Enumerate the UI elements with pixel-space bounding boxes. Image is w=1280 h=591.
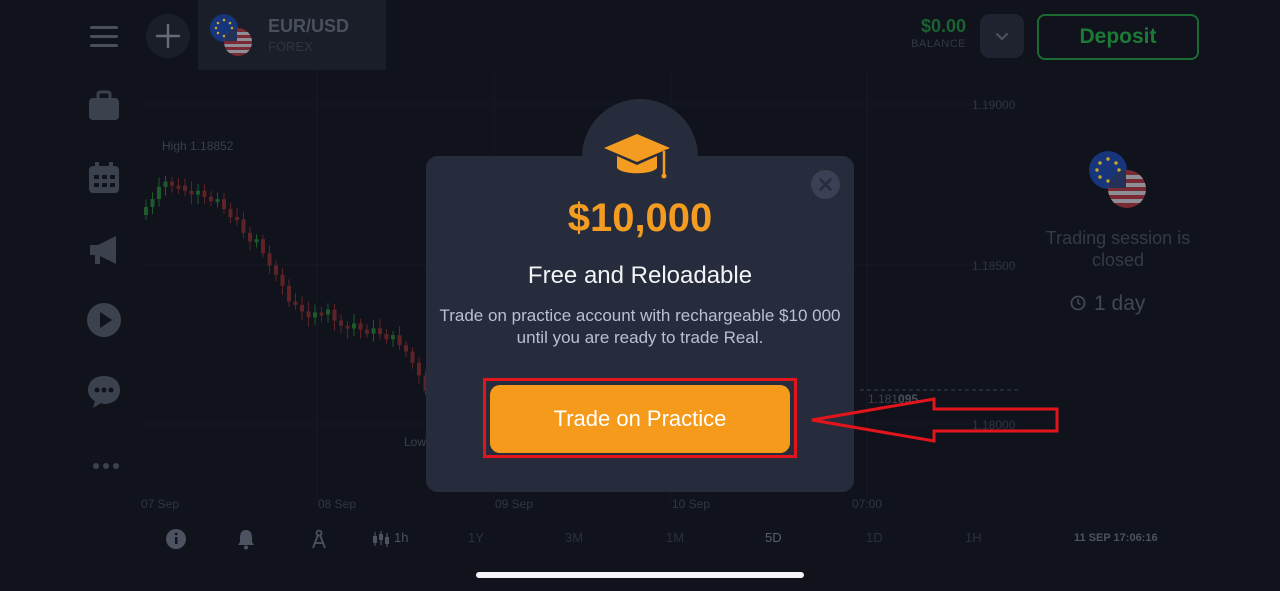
deposit-button[interactable]: Deposit xyxy=(1037,14,1199,60)
period-5d[interactable]: 5D xyxy=(765,530,782,545)
candle-interval-button[interactable]: 1h xyxy=(394,530,408,545)
period-1m[interactable]: 1M xyxy=(666,530,684,545)
period-1h[interactable]: 1H xyxy=(965,530,982,545)
session-timer: 1 day xyxy=(1070,292,1190,316)
calendar-icon[interactable] xyxy=(86,160,122,196)
date-label: 10 Sep xyxy=(672,497,711,511)
graduation-cap-icon xyxy=(602,130,672,184)
candle xyxy=(293,301,298,305)
date-label: 09 Sep xyxy=(495,497,534,511)
modal-subtitle: Free and Reloadable xyxy=(527,262,753,289)
session-status: Trading session is closed xyxy=(1045,228,1191,270)
chevron-down-icon xyxy=(996,33,1008,41)
compass-drawing-icon[interactable] xyxy=(308,528,330,555)
candle xyxy=(352,323,356,329)
candle xyxy=(397,335,402,346)
candle xyxy=(274,265,278,275)
date-label: 08 Sep xyxy=(318,497,357,511)
home-indicator[interactable] xyxy=(476,572,804,578)
candle xyxy=(196,190,200,195)
candle xyxy=(267,253,272,266)
session-time-left: 1 day xyxy=(1094,292,1146,315)
candle xyxy=(280,274,285,286)
candle xyxy=(378,328,382,335)
chat-icon[interactable] xyxy=(86,374,122,410)
candle xyxy=(306,311,311,318)
menu-icon[interactable] xyxy=(90,24,118,47)
more-icon[interactable] xyxy=(92,458,120,469)
candle xyxy=(417,362,421,376)
modal-description: Trade on practice account with rechargea… xyxy=(439,306,841,347)
candle xyxy=(157,186,161,200)
info-icon[interactable] xyxy=(165,528,187,555)
candle xyxy=(371,328,376,334)
candle xyxy=(163,181,168,187)
high-label: High 1.18852 xyxy=(162,139,234,153)
price-label: 1.18500 xyxy=(972,259,1016,273)
candle xyxy=(404,345,408,352)
candles-icon[interactable] xyxy=(371,530,391,553)
candle xyxy=(319,312,324,316)
server-datetime: 11 SEP 17:06:16 xyxy=(1074,532,1158,544)
candle xyxy=(287,285,291,302)
candle xyxy=(384,334,389,340)
price-label: 1.19000 xyxy=(972,98,1016,112)
asset-pair: EUR/USD xyxy=(268,16,350,36)
candle xyxy=(189,190,194,195)
plus-icon xyxy=(155,23,181,49)
candle xyxy=(248,232,252,242)
briefcase-icon[interactable] xyxy=(86,88,122,124)
candle xyxy=(261,239,265,254)
candle xyxy=(176,185,181,189)
candle xyxy=(365,329,369,334)
candle xyxy=(215,199,220,203)
candle xyxy=(300,304,304,312)
us-flag-icon xyxy=(1108,170,1146,208)
balance-value[interactable]: $0.00 xyxy=(912,16,966,37)
period-1d[interactable]: 1D xyxy=(866,530,883,545)
asset-type: FOREX xyxy=(268,39,313,54)
us-flag-icon xyxy=(224,28,252,56)
date-label: 07:00 xyxy=(852,497,883,511)
arrow-annotation-icon xyxy=(806,394,1064,446)
candle xyxy=(209,196,213,202)
close-modal-button[interactable] xyxy=(811,170,840,199)
bell-icon[interactable] xyxy=(235,528,257,555)
candle xyxy=(254,239,259,243)
candle xyxy=(144,206,148,215)
add-asset-button[interactable] xyxy=(146,14,190,58)
candle xyxy=(228,209,233,218)
candle xyxy=(358,323,363,330)
candle xyxy=(202,190,207,197)
candle xyxy=(332,309,337,321)
highlight-box xyxy=(483,378,797,458)
candle xyxy=(183,185,187,191)
candle xyxy=(326,309,330,315)
period-1y[interactable]: 1Y xyxy=(468,530,484,545)
candle xyxy=(410,351,415,363)
candle xyxy=(235,217,239,221)
balance-label: BALANCE xyxy=(911,38,966,50)
close-icon xyxy=(819,178,832,191)
megaphone-icon[interactable] xyxy=(86,232,122,268)
low-label: Low xyxy=(404,435,427,449)
play-icon[interactable] xyxy=(86,302,122,338)
practice-amount: $10,000 xyxy=(567,196,713,240)
candle xyxy=(241,219,246,233)
candle xyxy=(391,335,395,340)
period-3m[interactable]: 3M xyxy=(565,530,583,545)
candle xyxy=(170,181,174,186)
clock-icon xyxy=(1070,295,1086,311)
candle xyxy=(345,325,350,329)
candle xyxy=(313,312,317,318)
candle xyxy=(339,320,343,326)
account-dropdown-button[interactable] xyxy=(980,14,1024,58)
candle xyxy=(150,199,155,207)
candle xyxy=(222,199,226,210)
date-label: 07 Sep xyxy=(141,497,180,511)
